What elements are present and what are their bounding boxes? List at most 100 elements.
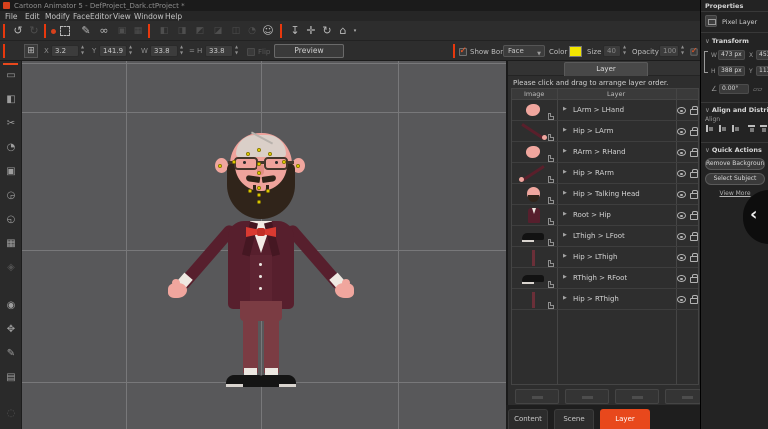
face-control-point[interactable] — [246, 152, 250, 156]
pin-down-icon[interactable]: ↧ — [287, 23, 303, 39]
y-spinner[interactable] — [129, 45, 135, 57]
expand-triangle-icon[interactable]: ▶ — [563, 190, 567, 196]
align-section-header[interactable]: Align and Distribute — [705, 106, 768, 114]
layer-row[interactable]: ▶ Hip > RThigh — [512, 289, 698, 310]
motion-tool-icon[interactable]: ✥ — [0, 322, 22, 338]
lock-icon[interactable] — [690, 151, 698, 157]
menu-modify[interactable]: Modify — [45, 12, 70, 21]
layer-action-button-4[interactable] — [665, 389, 701, 404]
h-spinner[interactable] — [235, 45, 241, 57]
disabled-rail-icon-2[interactable]: ◌ — [0, 406, 22, 422]
color-swatch[interactable] — [569, 46, 582, 57]
layer-action-button-2[interactable] — [565, 389, 609, 404]
layer-row[interactable]: ▶ RArm > RHand — [512, 142, 698, 163]
face-control-point[interactable] — [266, 189, 270, 193]
visibility-eye-icon[interactable] — [677, 191, 686, 198]
snap-grid-icon[interactable]: ⊞ — [24, 44, 38, 58]
expand-triangle-icon[interactable]: ▶ — [563, 211, 567, 217]
tab-content[interactable]: Content — [508, 409, 548, 429]
mode-select[interactable]: Face — [503, 45, 545, 57]
angle-field[interactable]: 0.00° — [719, 84, 749, 94]
visibility-eye-icon[interactable] — [677, 296, 686, 303]
undo-icon[interactable]: ↺ — [10, 23, 26, 39]
home-dropdown-arrow-icon[interactable]: ▾ — [347, 23, 363, 39]
move-icon[interactable]: ✛ — [303, 23, 319, 39]
face-control-point[interactable] — [257, 148, 261, 152]
redo-icon[interactable]: ↻ — [26, 23, 42, 39]
scene-tool-icon[interactable]: ◧ — [0, 92, 22, 108]
grid-icon[interactable]: ▦ — [130, 23, 146, 39]
x-spinner[interactable] — [81, 45, 87, 57]
connect-checkbox[interactable] — [690, 48, 697, 55]
flip-checkbox[interactable] — [247, 48, 255, 56]
visibility-eye-icon[interactable] — [677, 212, 686, 219]
rotate-ccw-tool-icon[interactable]: ◵ — [0, 212, 22, 228]
quick-actions-section-header[interactable]: Quick Actions — [705, 146, 762, 154]
layer-action-button-3[interactable] — [615, 389, 659, 404]
lock-icon[interactable] — [690, 256, 698, 262]
stage-canvas[interactable] — [22, 61, 506, 429]
disabled-tool-icon-6[interactable]: ◔ — [244, 23, 260, 39]
align-top-icon[interactable] — [747, 124, 756, 133]
disabled-tool-icon-2[interactable]: ◨ — [174, 23, 190, 39]
rotate-icon[interactable]: ↻ — [319, 23, 335, 39]
layer-row[interactable]: ▶ LThigh > LFoot — [512, 226, 698, 247]
link-dimensions-icon[interactable] — [704, 51, 708, 73]
prop-x-field[interactable]: 453 px — [756, 50, 768, 60]
select-subject-button[interactable]: Select Subject — [705, 173, 765, 185]
face-control-point[interactable] — [218, 164, 222, 168]
layer-row[interactable]: ▶ RThigh > RFoot — [512, 268, 698, 289]
x-input[interactable]: 3.2 — [51, 45, 79, 57]
lock-icon[interactable] — [690, 172, 698, 178]
face-control-point[interactable] — [248, 189, 252, 193]
face-control-point[interactable] — [282, 160, 286, 164]
layer-row[interactable]: ▶ Hip > LThigh — [512, 247, 698, 268]
layer-row[interactable]: ▶ Hip > LArm — [512, 121, 698, 142]
h-input[interactable]: 33.8 — [205, 45, 233, 57]
menu-window[interactable]: Window — [134, 12, 164, 21]
flip-ratio-icons[interactable]: ▱▱ — [753, 86, 762, 93]
expand-triangle-icon[interactable]: ▶ — [563, 148, 567, 154]
expand-triangle-icon[interactable]: ▶ — [563, 295, 567, 301]
face-control-point[interactable] — [257, 171, 261, 175]
expand-triangle-icon[interactable]: ▶ — [563, 274, 567, 280]
layer-row[interactable]: ▶ Hip > Talking Head — [512, 184, 698, 205]
visibility-eye-icon[interactable] — [677, 233, 686, 240]
visibility-eye-icon[interactable] — [677, 275, 686, 282]
lock-icon[interactable] — [690, 277, 698, 283]
layers-tool-icon[interactable]: ▤ — [0, 370, 22, 386]
face-control-point[interactable] — [268, 152, 272, 156]
disabled-tool-icon-4[interactable]: ◪ — [210, 23, 226, 39]
transform-section-header[interactable]: Transform — [705, 37, 749, 45]
lock-icon[interactable] — [690, 298, 698, 304]
character-icon[interactable]: ☺ — [260, 23, 276, 39]
opacity-input[interactable]: 100 — [659, 45, 679, 57]
face-control-point[interactable] — [232, 160, 236, 164]
character[interactable] — [22, 61, 506, 429]
cut-tool-icon[interactable]: ✂ — [0, 116, 22, 132]
lock-icon[interactable] — [690, 109, 698, 115]
image-tool-icon[interactable]: ▣ — [0, 164, 22, 180]
expand-triangle-icon[interactable]: ▶ — [563, 106, 567, 112]
w-spinner[interactable] — [180, 45, 186, 57]
face-control-point[interactable] — [257, 162, 261, 166]
tab-layer[interactable]: Layer — [600, 409, 650, 429]
align-middle-icon[interactable] — [759, 124, 768, 133]
face-control-point[interactable] — [257, 186, 261, 190]
w-input[interactable]: 33.8 — [150, 45, 178, 57]
lock-icon[interactable] — [690, 214, 698, 220]
texture-tool-icon[interactable]: ▦ — [0, 236, 22, 252]
lock-icon[interactable] — [690, 130, 698, 136]
lock-icon[interactable] — [690, 193, 698, 199]
pen-icon[interactable]: ✎ — [78, 23, 94, 39]
size-input[interactable]: 40 — [603, 45, 621, 57]
disabled-tool-icon-3[interactable]: ◩ — [192, 23, 208, 39]
align-right-icon[interactable] — [731, 124, 740, 133]
menu-help[interactable]: Help — [165, 12, 182, 21]
menu-view[interactable]: View — [113, 12, 131, 21]
tab-scene[interactable]: Scene — [554, 409, 594, 429]
opacity-spinner[interactable] — [681, 45, 687, 57]
align-left-icon[interactable] — [705, 124, 714, 133]
expand-triangle-icon[interactable]: ▶ — [563, 232, 567, 238]
remove-background-button[interactable]: Remove Background — [705, 158, 765, 170]
